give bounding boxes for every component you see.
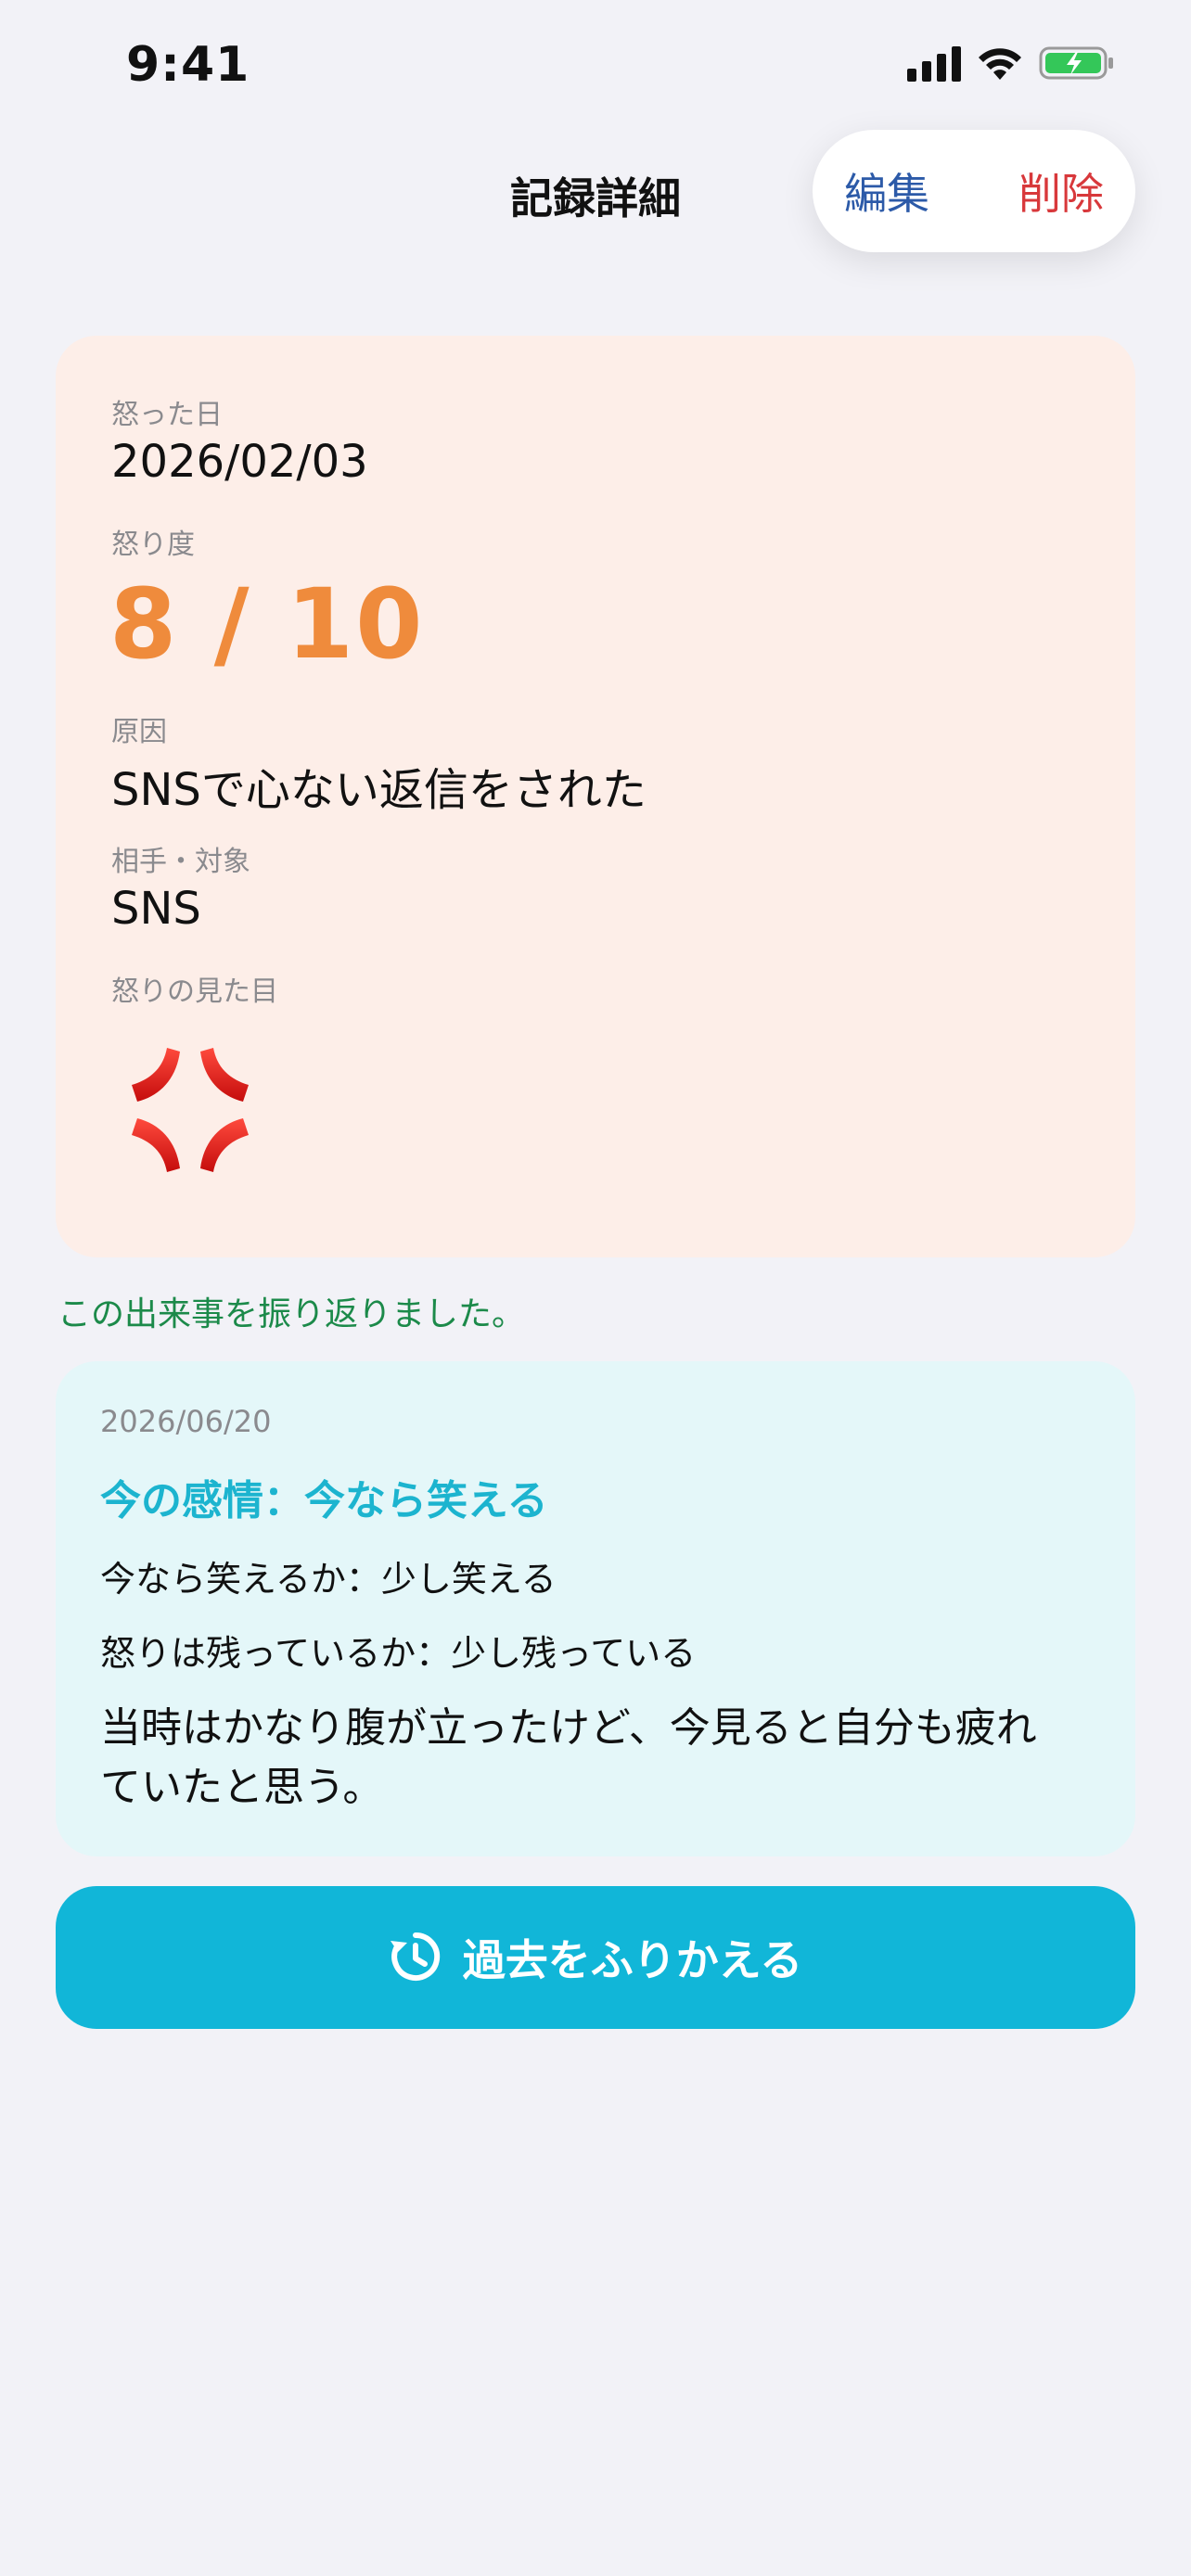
reflection-remain-line: 怒りは残っているか：少し残っている [100, 1633, 697, 1674]
cause-label: 原因 [111, 716, 167, 748]
reflection-notice: この出来事を振り返りました。 [58, 1295, 526, 1333]
history-icon [389, 1930, 442, 1986]
date-value: 2026/02/03 [111, 436, 368, 488]
reflection-card: 2026/06/20 今の感情：今なら笑える 今なら笑えるか：少し笑える 怒りは… [56, 1361, 1135, 1856]
review-past-button[interactable]: 過去をふりかえる [56, 1886, 1135, 2029]
reflection-laugh-line: 今なら笑えるか：少し笑える [100, 1559, 557, 1600]
reflection-comment: 当時はかなり腹が立ったけど、今見ると自分も疲れていたと思う。 [100, 1704, 1037, 1811]
review-past-button-label: 過去をふりかえる [462, 1935, 803, 1985]
reflection-date: 2026/06/20 [100, 1404, 272, 1439]
appearance-label: 怒りの見た目 [111, 976, 278, 1008]
edit-button[interactable]: 編集 [844, 160, 929, 222]
target-label: 相手・対象 [111, 846, 250, 878]
record-card: 怒った日 2026/02/03 怒り度 8 / 10 原因 SNSで心ない返信を… [56, 336, 1135, 1257]
anger-symbol-icon [111, 1031, 269, 1189]
date-label: 怒った日 [111, 399, 223, 431]
target-value: SNS [111, 883, 201, 935]
cellular-signal-icon [907, 45, 961, 82]
wifi-icon [976, 45, 1024, 82]
reflection-emotion: 今の感情：今なら笑える [100, 1477, 548, 1524]
anger-level-value: 8 / 10 [109, 567, 425, 681]
cause-value: SNSで心ない返信をされた [111, 764, 647, 816]
anger-level-label: 怒り度 [111, 529, 195, 561]
battery-charging-icon [1039, 45, 1115, 82]
status-icons [907, 45, 1115, 82]
status-time: 9:41 [126, 37, 250, 93]
delete-button[interactable]: 削除 [1018, 160, 1104, 222]
nav-action-group: 編集 削除 [813, 130, 1135, 252]
